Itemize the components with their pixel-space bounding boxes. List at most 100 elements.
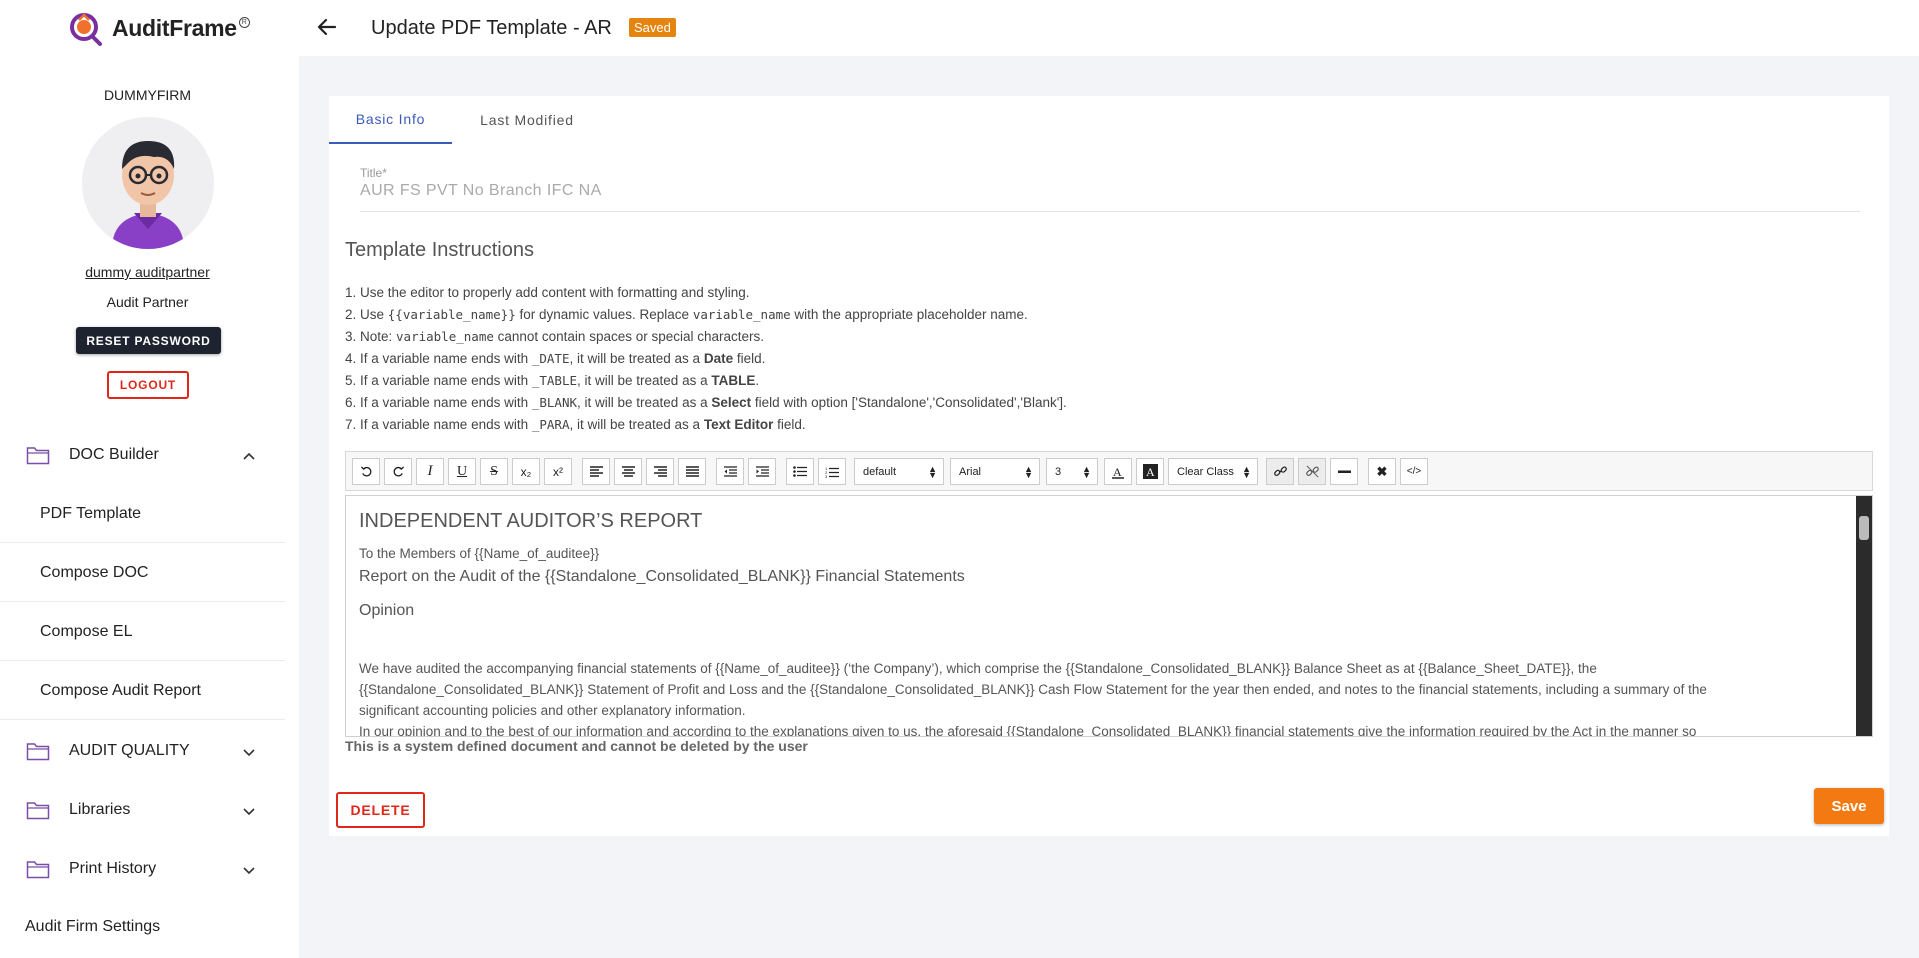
editor-line: significant accounting policies and othe…: [359, 703, 746, 718]
delete-button[interactable]: DELETE: [336, 792, 425, 828]
instruction-line: 5. If a variable name ends with _TABLE, …: [345, 373, 760, 388]
sidebar-item-compose-audit-report[interactable]: Compose Audit Report: [0, 662, 285, 720]
background-color-icon[interactable]: A: [1136, 458, 1164, 485]
align-right-icon[interactable]: [646, 458, 674, 485]
sidebar: AuditFrame R DUMMYFIRM dummy auditpartne…: [0, 0, 299, 958]
user-role: Audit Partner: [106, 294, 189, 310]
redo-icon[interactable]: [384, 458, 412, 485]
chevron-up-icon: [242, 448, 256, 466]
underline-icon[interactable]: U: [448, 458, 476, 485]
sidebar-item-label: PDF Template: [40, 504, 142, 522]
bullet-list-icon[interactable]: [786, 458, 814, 485]
tab-last-modified[interactable]: Last Modified: [452, 96, 602, 144]
scrollbar-thumb[interactable]: [1859, 516, 1869, 540]
font-size-select[interactable]: 3 ▲ ▼: [1046, 458, 1098, 485]
link-icon[interactable]: [1266, 458, 1294, 485]
folder-icon: [26, 859, 50, 884]
editor-line: We have audited the accompanying financi…: [359, 661, 1597, 676]
back-arrow-icon[interactable]: [316, 16, 338, 43]
status-badge: Saved: [629, 18, 676, 37]
class-select[interactable]: Clear Class ▲ ▼: [1168, 458, 1258, 485]
logout-button[interactable]: LOGOUT: [107, 371, 189, 399]
logo-text: AuditFrame: [112, 14, 237, 41]
sidebar-item-label: Compose DOC: [40, 563, 149, 581]
title-input[interactable]: AUR FS PVT No Branch IFC NA: [360, 182, 602, 200]
folder-icon: [26, 445, 50, 470]
indent-icon[interactable]: [748, 458, 776, 485]
user-name-link[interactable]: dummy auditpartner: [0, 264, 295, 280]
select-arrows-icon: ▲ ▼: [928, 464, 937, 480]
title-input-underline: [360, 211, 1860, 212]
horizontal-rule-icon[interactable]: [1330, 458, 1358, 485]
editor-line: Opinion: [359, 602, 415, 619]
folder-icon: [26, 800, 50, 825]
sidebar-item-compose-doc[interactable]: Compose DOC: [0, 544, 285, 602]
logo-mark-icon: [68, 10, 108, 46]
editor-line: In our opinion and to the best of our in…: [359, 724, 1697, 737]
sidebar-group-libraries[interactable]: Libraries: [0, 785, 290, 835]
instruction-line: 1. Use the editor to properly add conten…: [345, 285, 750, 300]
source-code-icon[interactable]: </>: [1400, 458, 1428, 485]
tab-basic-info[interactable]: Basic Info: [329, 96, 452, 144]
editor-line: Report on the Audit of the {{Standalone_…: [359, 568, 965, 585]
text-color-icon[interactable]: A: [1104, 458, 1132, 485]
editor-heading: INDEPENDENT AUDITOR’S REPORT: [359, 510, 703, 532]
chevron-down-icon: [242, 803, 256, 821]
chevron-down-icon: [242, 744, 256, 762]
sidebar-group-label: Print History: [69, 860, 157, 877]
select-arrows-icon: ▲ ▼: [1024, 464, 1033, 480]
instruction-line: 4. If a variable name ends with _DATE, i…: [345, 351, 766, 366]
system-note: This is a system defined document and ca…: [345, 738, 808, 754]
editor-line: {{Standalone_Consolidated_BLANK}} Statem…: [359, 682, 1707, 697]
folder-icon: [26, 741, 50, 766]
instruction-line: 2. Use {{variable_name}} for dynamic val…: [345, 307, 1028, 322]
font-select[interactable]: Arial ▲ ▼: [950, 458, 1040, 485]
instruction-line: 7. If a variable name ends with _PARA, i…: [345, 417, 806, 432]
title-field-label: Title*: [360, 166, 387, 180]
strikethrough-icon[interactable]: S: [480, 458, 508, 485]
unlink-icon[interactable]: [1298, 458, 1326, 485]
save-button[interactable]: Save: [1814, 788, 1884, 824]
sidebar-group-label: Libraries: [69, 801, 131, 818]
rich-text-editor[interactable]: INDEPENDENT AUDITOR’S REPORT To the Memb…: [345, 495, 1873, 737]
chevron-down-icon: [242, 862, 256, 880]
outdent-icon[interactable]: [716, 458, 744, 485]
svg-text:A: A: [1146, 465, 1155, 479]
app-logo[interactable]: AuditFrame R: [68, 10, 250, 46]
svg-text:3: 3: [825, 474, 828, 478]
instruction-line: 3. Note: variable_name cannot contain sp…: [345, 329, 765, 344]
align-justify-icon[interactable]: [678, 458, 706, 485]
sidebar-group-print-history[interactable]: Print History: [0, 844, 290, 894]
sidebar-item-pdf-template[interactable]: PDF Template: [0, 485, 285, 543]
align-left-icon[interactable]: [582, 458, 610, 485]
firm-name: DUMMYFIRM: [103, 87, 192, 103]
align-center-icon[interactable]: [614, 458, 642, 485]
format-select[interactable]: default ▲ ▼: [854, 458, 944, 485]
clear-format-icon[interactable]: ✖: [1368, 458, 1396, 485]
instructions-heading: Template Instructions: [345, 239, 534, 261]
italic-icon[interactable]: I: [416, 458, 444, 485]
editor-line: To the Members of {{Name_of_auditee}}: [359, 546, 600, 561]
reset-password-button[interactable]: RESET PASSWORD: [76, 327, 221, 354]
svg-text:A: A: [1113, 465, 1122, 479]
numbered-list-icon[interactable]: 123: [818, 458, 846, 485]
superscript-icon[interactable]: x²: [544, 458, 572, 485]
sidebar-item-compose-el[interactable]: Compose EL: [0, 603, 285, 661]
sidebar-group-label: AUDIT QUALITY: [69, 742, 190, 759]
editor-scrollbar[interactable]: [1856, 496, 1872, 736]
sidebar-group-label: DOC Builder: [69, 446, 159, 463]
registered-mark: R: [238, 16, 250, 28]
select-arrows-icon: ▲ ▼: [1242, 464, 1251, 480]
page-title: Update PDF Template - AR: [371, 17, 612, 39]
sidebar-item-audit-firm-settings[interactable]: Audit Firm Settings: [25, 918, 160, 936]
select-arrows-icon: ▲ ▼: [1082, 464, 1091, 480]
subscript-icon[interactable]: x₂: [512, 458, 540, 485]
sidebar-group-doc-builder[interactable]: DOC Builder: [0, 430, 290, 480]
undo-icon[interactable]: [352, 458, 380, 485]
instruction-line: 6. If a variable name ends with _BLANK, …: [345, 395, 1067, 410]
sidebar-item-label: Compose Audit Report: [40, 681, 201, 699]
sidebar-item-label: Compose EL: [40, 622, 133, 640]
editor-toolbar: I U S x₂ x² 123 default ▲ ▼ Arial ▲ ▼ 3 ▲ ▼ A …: [345, 451, 1873, 491]
sidebar-group-audit-quality[interactable]: AUDIT QUALITY: [0, 726, 290, 776]
avatar: [82, 117, 214, 249]
